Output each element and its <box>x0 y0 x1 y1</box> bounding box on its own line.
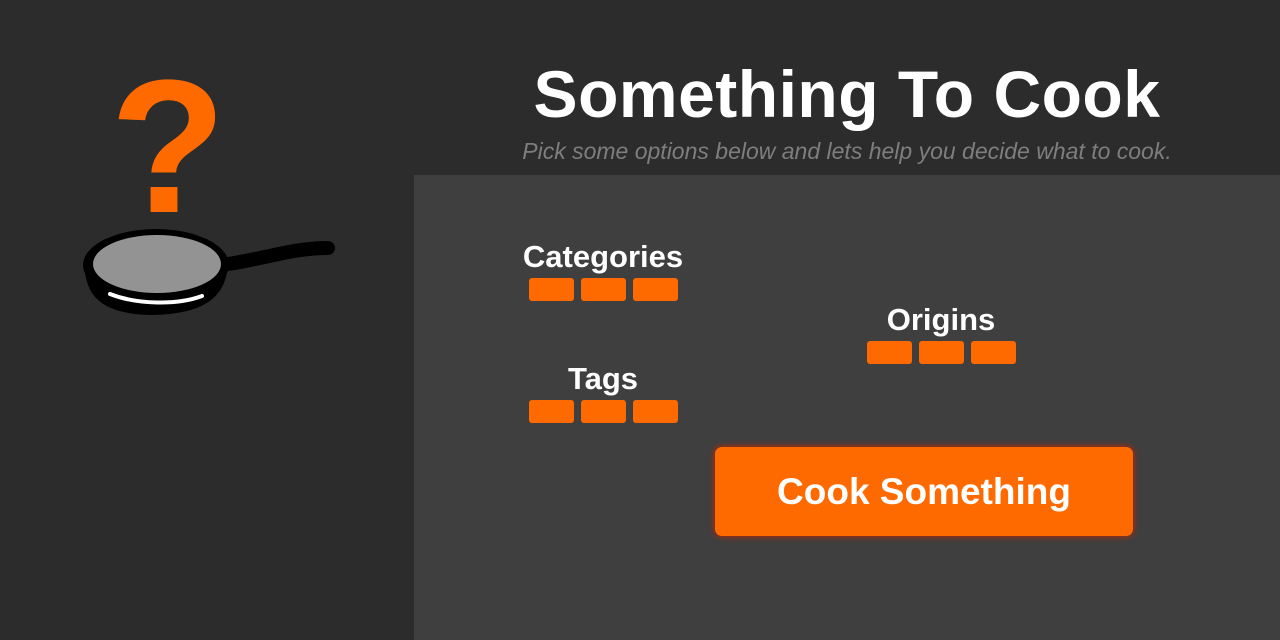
tags-label: Tags <box>567 361 639 396</box>
page-title: Something To Cook <box>533 57 1161 131</box>
question-mark-glyph: ? <box>110 64 226 253</box>
origins-filter: Origins <box>841 302 1041 364</box>
origins-label: Origins <box>886 302 996 337</box>
tag-chip[interactable] <box>632 400 678 423</box>
tags-filter: Tags <box>503 361 703 423</box>
origins-chips <box>841 341 1041 364</box>
tag-chip[interactable] <box>580 400 626 423</box>
categories-chips <box>503 278 703 301</box>
tag-chip[interactable] <box>528 400 574 423</box>
frying-pan-question-icon: ? <box>83 41 335 315</box>
app-logo: ? <box>78 41 340 324</box>
origin-chip[interactable] <box>970 341 1016 364</box>
origin-chip[interactable] <box>866 341 912 364</box>
page-subtitle: Pick some options below and lets help yo… <box>522 138 1172 164</box>
category-chip[interactable] <box>528 278 574 301</box>
app-page: ? Something To Cook Pick some options be… <box>0 0 1280 640</box>
categories-filter: Categories <box>503 239 703 301</box>
page-header: Something To Cook Pick some options belo… <box>414 0 1280 175</box>
options-panel: Categories Tags Origins Cook Something <box>414 175 1280 640</box>
tags-chips <box>503 400 703 423</box>
categories-label: Categories <box>522 239 684 274</box>
cook-something-button[interactable]: Cook Something <box>715 447 1133 536</box>
category-chip[interactable] <box>580 278 626 301</box>
origin-chip[interactable] <box>918 341 964 364</box>
category-chip[interactable] <box>632 278 678 301</box>
